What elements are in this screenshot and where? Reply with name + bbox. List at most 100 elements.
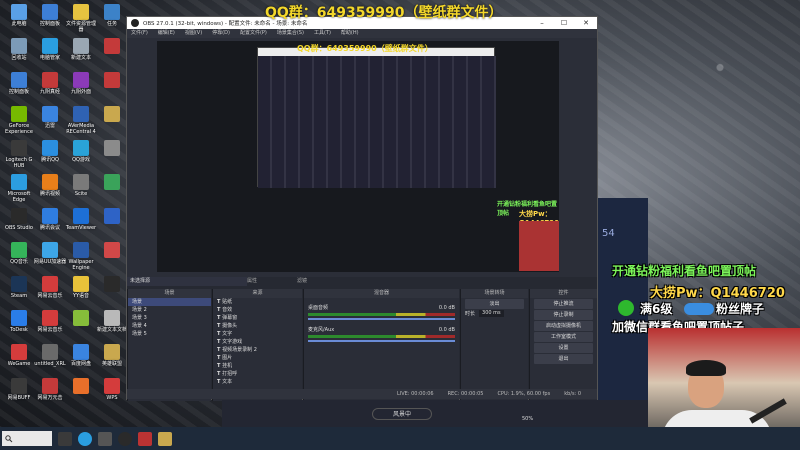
desktop-icon[interactable] (95, 174, 129, 191)
menu-item[interactable]: 停靠(D) (212, 29, 230, 38)
source-item[interactable]: T 文字 (213, 330, 302, 338)
task-view-icon[interactable] (58, 431, 72, 446)
desktop-icon[interactable] (95, 38, 129, 55)
menu-item[interactable]: 帮助(H) (341, 29, 359, 38)
desktop-icon[interactable]: 腾讯QQ (33, 140, 67, 163)
source-item[interactable]: T 音效 (213, 306, 302, 314)
game-taskbar-icon[interactable] (98, 431, 112, 446)
control-button[interactable]: 工作室模式 (534, 332, 593, 342)
scene-item[interactable]: 场景 2 (128, 306, 211, 314)
desktop-icon[interactable]: 回收站 (2, 38, 36, 61)
control-button[interactable]: 退出 (534, 354, 593, 364)
obs-preview[interactable]: QQ群：649359990（壁纸群文件） 开通钻粉福利看鱼吧置顶帖 大捞Pw：Q… (157, 41, 559, 272)
desktop-icon[interactable]: TeamViewer (64, 208, 98, 231)
desktop-icon[interactable]: QQ音乐 (2, 242, 36, 265)
app-icon (42, 276, 58, 292)
lower-app-button[interactable]: 风景中 (372, 408, 432, 420)
source-item[interactable]: T 图片 (213, 354, 302, 362)
scene-item[interactable]: 场景 5 (128, 330, 211, 338)
desktop-icon[interactable]: 网易UU加速器 (33, 242, 67, 265)
desktop-icon[interactable]: 文件资源管理器 (64, 4, 98, 33)
desktop-icon[interactable]: 控制面板 (33, 4, 67, 27)
desktop-icon[interactable] (95, 242, 129, 259)
source-item[interactable]: T 贴纸 (213, 298, 302, 306)
desktop-icon[interactable]: untitled_XRL (33, 344, 67, 367)
desktop-icon[interactable]: 网易云音乐 (33, 310, 67, 333)
desktop-icon[interactable]: 迅雷 (33, 106, 67, 129)
app-taskbar-icon[interactable] (138, 431, 152, 446)
menu-item[interactable]: 文件(F) (131, 29, 148, 38)
desktop-icon[interactable]: Steam (2, 276, 36, 299)
control-button[interactable]: 设置 (534, 343, 593, 353)
desktop-icon[interactable]: Wallpaper Engine (64, 242, 98, 271)
desktop-icon[interactable]: OBS Studio (2, 208, 36, 231)
maximize-button[interactable]: ☐ (553, 17, 575, 29)
desktop-icon[interactable] (95, 208, 129, 225)
desktop-icon[interactable] (95, 106, 129, 123)
source-item[interactable]: T 文字游戏 (213, 338, 302, 346)
close-button[interactable]: ✕ (575, 17, 597, 29)
desktop-icon[interactable]: YY语音 (64, 276, 98, 299)
edge-taskbar-icon[interactable] (78, 431, 92, 446)
source-item[interactable]: T 挂机 (213, 362, 302, 370)
desktop-icon[interactable]: GeForce Experience (2, 106, 36, 135)
desktop-icon[interactable]: 九阴真经 (33, 72, 67, 95)
desktop-icon[interactable]: WeGame (2, 344, 36, 367)
scene-item[interactable]: 场景 3 (128, 314, 211, 322)
source-item[interactable]: T 打招呼 (213, 370, 302, 378)
desktop-icon[interactable]: QQ游戏 (64, 140, 98, 163)
duration-input[interactable]: 300 ms (479, 310, 504, 317)
desktop-icon[interactable]: 九阴外面 (64, 72, 98, 95)
properties-button[interactable]: 属性 (247, 277, 297, 286)
desktop-icon[interactable]: WPS (95, 378, 129, 401)
control-button[interactable]: 停止推流 (534, 299, 593, 309)
desktop-icon[interactable]: ToDesk (2, 310, 36, 333)
desktop-icon[interactable]: 网易BUFF (2, 378, 36, 401)
control-button[interactable]: 启动虚拟摄像机 (534, 321, 593, 331)
transition-type-select[interactable]: 淡出 (465, 299, 524, 309)
desktop-icon[interactable]: 新建文本 (64, 38, 98, 61)
source-item[interactable]: T 摄像头 (213, 322, 302, 330)
menu-item[interactable]: 编辑(E) (158, 29, 175, 38)
desktop-icon[interactable]: 腾讯视频 (33, 174, 67, 197)
desktop-icon[interactable]: 网易云音乐 (33, 276, 67, 299)
obs-taskbar-icon[interactable] (118, 431, 132, 446)
desktop-icon[interactable] (64, 378, 98, 395)
desktop-icon[interactable] (64, 310, 98, 327)
obs-window[interactable]: OBS 27.0.1 (32-bit, windows) - 配置文件: 未命名… (126, 16, 598, 401)
desktop-icon[interactable]: 腾讯会议 (33, 208, 67, 231)
desktop-icon[interactable]: 网易万元击 (33, 378, 67, 401)
source-item[interactable]: T 弹幕窗 (213, 314, 302, 322)
app-icon (42, 140, 58, 156)
filters-button[interactable]: 滤镜 (297, 277, 347, 286)
lol-taskbar-icon[interactable] (158, 431, 172, 446)
desktop-icon[interactable]: 此电脑 (2, 4, 36, 27)
desktop-icon[interactable]: 英雄联盟 (95, 344, 129, 367)
scene-item[interactable]: 场景 4 (128, 322, 211, 330)
desktop-icon[interactable]: Scite (64, 174, 98, 197)
menu-item[interactable]: 配置文件(P) (240, 29, 267, 38)
desktop-icon[interactable]: AVerMedia RECentral 4 (64, 106, 98, 135)
volume-slider[interactable] (308, 318, 455, 320)
volume-slider[interactable] (308, 340, 455, 342)
desktop-icon[interactable]: 百度网盘 (64, 344, 98, 367)
minimize-button[interactable]: – (531, 17, 553, 29)
desktop-icon[interactable]: 控制面板 (2, 72, 36, 95)
desktop-icon[interactable] (95, 140, 129, 157)
scene-item[interactable]: 场景 (128, 298, 211, 306)
desktop-icon[interactable]: Microsoft Edge (2, 174, 36, 203)
desktop-icon[interactable]: 新建文本文档 (95, 310, 129, 333)
source-item[interactable]: T 视频场景录制 2 (213, 346, 302, 354)
menu-item[interactable]: 场景集合(S) (277, 29, 304, 38)
control-button[interactable]: 停止录制 (534, 310, 593, 320)
menu-item[interactable]: 视图(V) (185, 29, 202, 38)
app-icon (11, 208, 27, 224)
desktop-icon[interactable] (95, 72, 129, 89)
source-item[interactable]: T 文本 (213, 378, 302, 386)
desktop-icon[interactable]: 电脑管家 (33, 38, 67, 61)
taskbar-search-box[interactable] (2, 431, 52, 446)
desktop-icon[interactable] (95, 276, 129, 293)
desktop-icon[interactable]: Logitech G HUB (2, 140, 36, 169)
menu-item[interactable]: 工具(T) (314, 29, 331, 38)
desktop-icon[interactable]: 任务 (95, 4, 129, 27)
